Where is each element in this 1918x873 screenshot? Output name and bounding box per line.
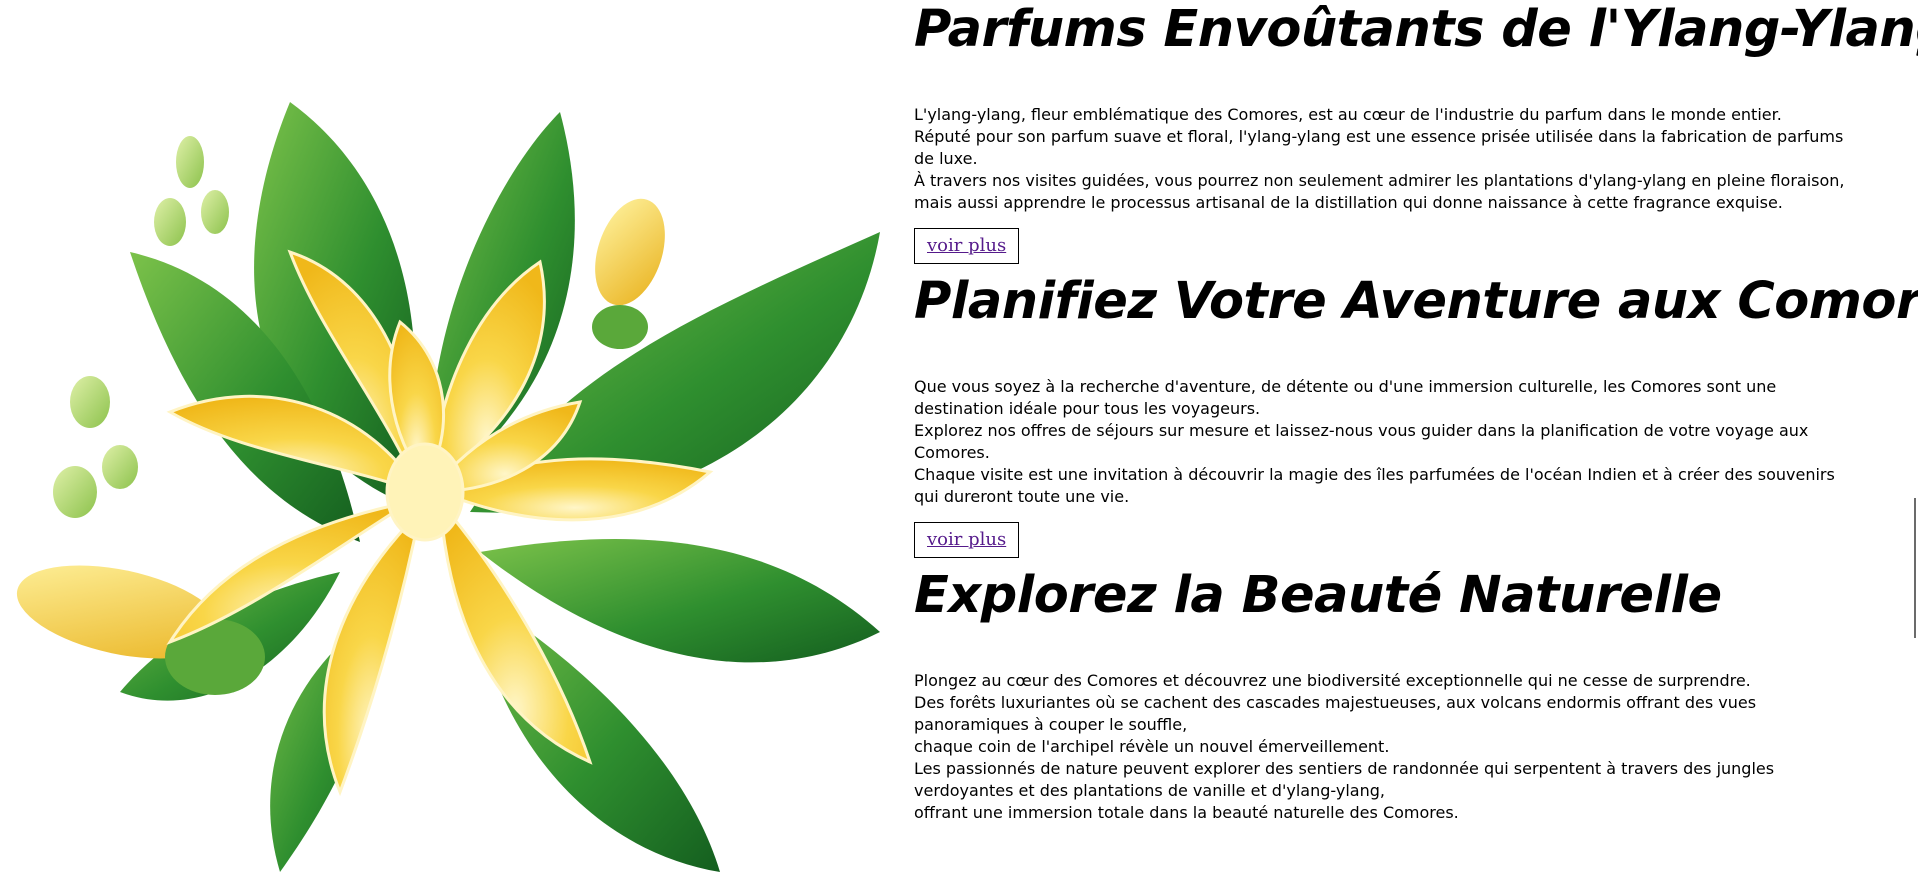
section-title: Parfums Envoûtants de l'Ylang-Ylang	[914, 0, 1918, 59]
section-body: Que vous soyez à la recherche d'aventure…	[914, 376, 1864, 508]
section-paragraph: À travers nos visites guidées, vous pour…	[914, 171, 1845, 212]
section-paragraph: Des forêts luxuriantes où se cachent des…	[914, 693, 1757, 734]
voir-plus-button[interactable]: voir plus	[914, 228, 1020, 264]
section-paragraph: Les passionnés de nature peuvent explore…	[914, 759, 1775, 800]
section-beaute-naturelle: Explorez la Beauté Naturelle Plongez au …	[914, 566, 1864, 824]
main-content: Parfums Envoûtants de l'Ylang-Ylang L'yl…	[914, 0, 1918, 824]
section-ylang-ylang: Parfums Envoûtants de l'Ylang-Ylang L'yl…	[914, 0, 1918, 264]
section-paragraph: Chaque visite est une invitation à décou…	[914, 465, 1835, 506]
section-paragraph: chaque coin de l'archipel révèle un nouv…	[914, 737, 1390, 756]
section-aventure: Planifiez Votre Aventure aux Comores Que…	[914, 272, 1918, 558]
section-title: Explorez la Beauté Naturelle	[914, 566, 1722, 625]
section-paragraph: Que vous soyez à la recherche d'aventure…	[914, 377, 1777, 418]
section-paragraph: Plongez au cœur des Comores et découvrez…	[914, 671, 1751, 690]
voir-plus-button[interactable]: voir plus	[914, 522, 1020, 558]
section-paragraph: L'ylang-ylang, fleur emblématique des Co…	[914, 105, 1782, 124]
section-paragraph: Explorez nos offres de séjours sur mesur…	[914, 421, 1809, 462]
section-paragraph: offrant une immersion totale dans la bea…	[914, 803, 1459, 822]
section-body: L'ylang-ylang, fleur emblématique des Co…	[914, 104, 1864, 214]
section-body: Plongez au cœur des Comores et découvrez…	[914, 670, 1864, 824]
ylang-ylang-flower-image	[0, 72, 890, 873]
flower-illustration	[16, 102, 880, 872]
section-title: Planifiez Votre Aventure aux Comores	[914, 272, 1918, 331]
scrollbar-thumb[interactable]	[1914, 498, 1916, 638]
section-paragraph: Réputé pour son parfum suave et floral, …	[914, 127, 1844, 168]
